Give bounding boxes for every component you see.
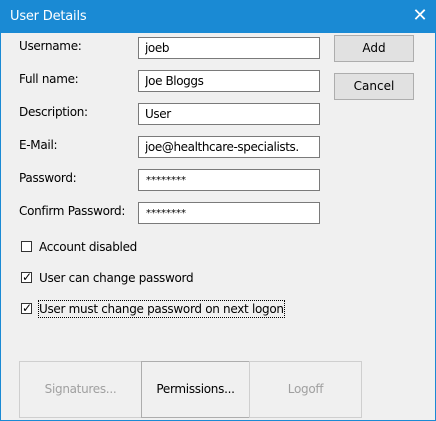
account-disabled-checkbox-box[interactable] xyxy=(21,241,32,252)
user-can-change-password-label: User can change password xyxy=(39,271,194,285)
close-icon[interactable]: ✕ xyxy=(405,1,435,33)
description-label: Description: xyxy=(19,105,88,119)
dialog-title: User Details xyxy=(10,9,87,24)
signatures-button[interactable]: Signatures... xyxy=(19,361,142,418)
logoff-button[interactable]: Logoff xyxy=(249,361,362,418)
username-label: Username: xyxy=(19,39,82,53)
email-field[interactable] xyxy=(138,136,320,158)
add-button[interactable]: Add xyxy=(334,35,414,62)
user-must-change-password-checkbox-box[interactable]: ✓ xyxy=(21,301,32,315)
confirm-password-label: Confirm Password: xyxy=(19,204,126,218)
password-label: Password: xyxy=(19,171,77,185)
permissions-button[interactable]: Permissions... xyxy=(141,361,250,418)
password-field[interactable] xyxy=(138,169,320,191)
user-details-dialog: User Details ✕ Username: Full name: Desc… xyxy=(0,0,436,421)
description-field[interactable] xyxy=(138,103,320,125)
checkmark-icon: ✓ xyxy=(22,270,32,284)
user-must-change-password-label: User must change password on next logon xyxy=(38,300,285,318)
full-name-field[interactable] xyxy=(138,70,320,92)
title-bar: User Details ✕ xyxy=(1,1,435,33)
cancel-button[interactable]: Cancel xyxy=(334,73,414,100)
email-label: E-Mail: xyxy=(19,138,58,152)
checkmark-icon: ✓ xyxy=(22,301,32,315)
user-can-change-password-checkbox-box[interactable]: ✓ xyxy=(21,270,32,284)
full-name-label: Full name: xyxy=(19,72,79,86)
username-field[interactable] xyxy=(138,37,320,59)
account-disabled-label: Account disabled xyxy=(39,240,137,254)
confirm-password-field[interactable] xyxy=(138,202,320,224)
